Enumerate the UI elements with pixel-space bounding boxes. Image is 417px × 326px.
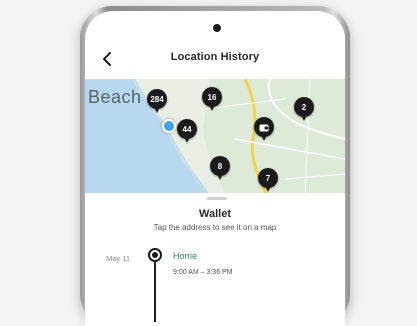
current-location-dot	[162, 119, 176, 133]
location-map[interactable]: Beach 284 16 44 8 7 2	[85, 79, 345, 195]
app-header: Location History	[85, 41, 345, 79]
phone-frame: Location History Beach 284 16 44 8 7 2 W…	[80, 6, 350, 326]
entry-time-range: 9:00 AM – 3:36 PM	[173, 269, 233, 276]
sheet-title: Wallet	[199, 208, 231, 220]
map-pin-wallet[interactable]	[254, 117, 274, 143]
wallet-glyph	[259, 124, 269, 131]
sheet-grabber[interactable]	[207, 197, 227, 200]
entry-place-link[interactable]: Home	[173, 251, 197, 261]
map-pin-8[interactable]: 8	[210, 156, 230, 182]
page-title: Location History	[170, 51, 260, 63]
map-place-label: Beach	[88, 87, 142, 107]
pin-tip	[153, 105, 161, 113]
pin-tip	[216, 172, 224, 180]
map-pin-44[interactable]: 44	[177, 119, 197, 145]
pin-tip	[264, 184, 272, 192]
timeline-line	[154, 262, 156, 322]
front-camera	[213, 24, 221, 32]
map-pin-7[interactable]: 7	[258, 168, 278, 194]
map-pin-2[interactable]: 2	[294, 97, 314, 123]
sheet-subtitle: Tap the address to see it on a map	[153, 223, 277, 232]
pin-tip	[300, 113, 308, 121]
pin-tip	[208, 103, 216, 111]
timeline-dot	[148, 248, 162, 262]
pin-tip	[183, 135, 191, 143]
bottom-sheet[interactable]: Wallet Tap the address to see it on a ma…	[85, 193, 345, 326]
pin-tip	[260, 133, 268, 141]
map-pin-284[interactable]: 284	[147, 89, 167, 115]
map-pin-16[interactable]: 16	[202, 87, 222, 113]
phone-screen: Location History Beach 284 16 44 8 7 2 W…	[85, 11, 345, 326]
entry-date: May 11	[106, 254, 131, 263]
